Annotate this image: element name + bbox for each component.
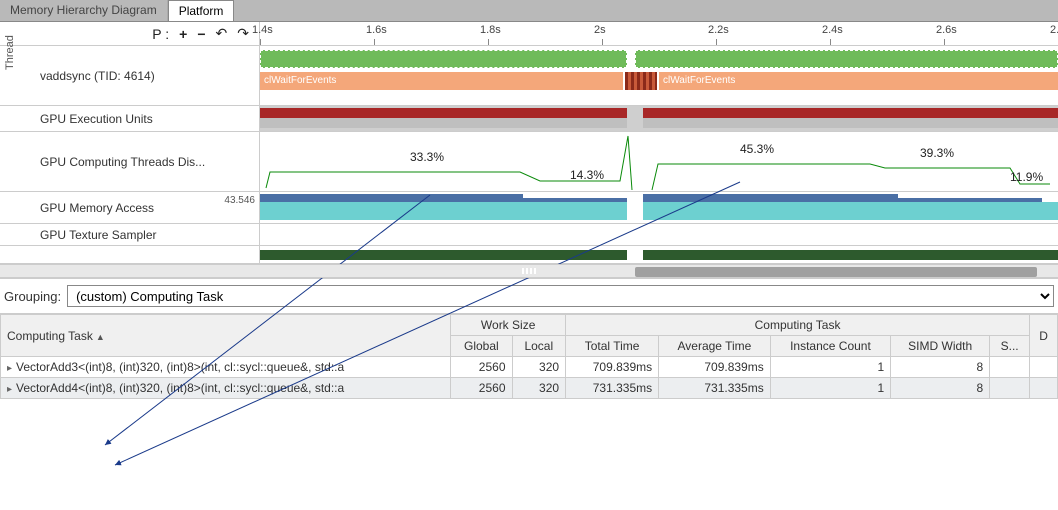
row-label-gpu-mem[interactable]: GPU Memory Access 43.546: [0, 192, 259, 224]
zoom-out-icon[interactable]: −: [197, 26, 205, 42]
redo-icon[interactable]: ↷: [237, 25, 249, 42]
ruler-tick: 2.6s: [936, 24, 957, 36]
track-gpu-threads[interactable]: 33.3% 14.3% 45.3% 39.3% 11.9%: [260, 132, 1058, 192]
tab-bar: Memory Hierarchy Diagram Platform: [0, 0, 1058, 22]
pct-e: 11.9%: [1010, 170, 1043, 184]
timeline-toolbar: Ρ : + − ↶ ↷: [0, 22, 260, 45]
ruler-tick: 2s: [594, 24, 606, 36]
row-label-gpu-tex[interactable]: GPU Texture Sampler: [0, 224, 259, 246]
row-label-gpu-exec[interactable]: GPU Execution Units: [0, 106, 259, 132]
ruler-tick: 2.8s: [1050, 24, 1058, 36]
track-extra[interactable]: [260, 246, 1058, 264]
gpu-mem-text: GPU Memory Access: [40, 201, 154, 215]
track-thread[interactable]: clWaitForEvents clWaitForEvents: [260, 46, 1058, 106]
span-clwait-right[interactable]: clWaitForEvents: [659, 72, 1058, 90]
expand-icon[interactable]: ▸: [7, 363, 12, 374]
col-simd[interactable]: SIMD Width: [891, 336, 990, 357]
zoom-icon: Ρ :: [152, 26, 169, 42]
ruler-tick: 1.6s: [366, 24, 387, 36]
col-task[interactable]: Computing Task▲: [1, 315, 451, 357]
track-gpu-mem[interactable]: [260, 192, 1058, 224]
col-avg[interactable]: Average Time: [659, 336, 771, 357]
pct-b: 14.3%: [570, 168, 604, 182]
track-gpu-exec[interactable]: [260, 106, 1058, 132]
zoom-in-icon[interactable]: +: [179, 26, 187, 42]
col-work[interactable]: Work Size: [451, 315, 566, 336]
pct-d: 39.3%: [920, 146, 954, 160]
row-label-thread[interactable]: vaddsync (TID: 4614): [0, 46, 259, 106]
span-clwait-left[interactable]: clWaitForEvents: [260, 72, 623, 90]
grouping-select[interactable]: (custom) Computing Task: [67, 285, 1054, 307]
scrollbar-thumb[interactable]: [635, 267, 1037, 277]
ruler-tick: 1.4s: [252, 24, 273, 36]
track-gpu-tex[interactable]: [260, 224, 1058, 246]
table-row[interactable]: ▸VectorAdd4<(int)8, (int)320, (int)8>(in…: [1, 378, 1058, 399]
col-ctask[interactable]: Computing Task: [566, 315, 1030, 336]
pct-c: 45.3%: [740, 142, 774, 156]
gpu-mem-value: 43.546: [224, 195, 255, 206]
table-row[interactable]: ▸VectorAdd3<(int)8, (int)320, (int)8>(in…: [1, 357, 1058, 378]
sort-asc-icon: ▲: [96, 332, 105, 342]
time-ruler[interactable]: 1.4s1.6s1.8s2s2.2s2.4s2.6s2.8s: [260, 22, 1058, 45]
row-label-gpu-threads[interactable]: GPU Computing Threads Dis...: [0, 132, 259, 192]
span-transition[interactable]: [625, 72, 657, 90]
col-d[interactable]: D: [1030, 315, 1058, 357]
col-s[interactable]: S...: [990, 336, 1030, 357]
expand-icon[interactable]: ▸: [7, 384, 12, 395]
timeline-area[interactable]: clWaitForEvents clWaitForEvents 33.3% 14…: [260, 46, 1058, 264]
timeline-scrollbar[interactable]: [0, 264, 1058, 278]
col-global[interactable]: Global: [451, 336, 512, 357]
thread-axis-label: Thread: [4, 35, 16, 70]
undo-icon[interactable]: ↶: [216, 25, 228, 42]
grouping-label: Grouping:: [4, 289, 61, 304]
results-table: Computing Task▲ Work Size Computing Task…: [0, 314, 1058, 399]
col-local[interactable]: Local: [512, 336, 566, 357]
col-total[interactable]: Total Time: [566, 336, 659, 357]
pct-a: 33.3%: [410, 150, 444, 164]
row-label-trunc[interactable]: [0, 246, 259, 264]
ruler-tick: 2.4s: [822, 24, 843, 36]
ruler-tick: 2.2s: [708, 24, 729, 36]
tab-platform[interactable]: Platform: [168, 0, 235, 21]
ruler-tick: 1.8s: [480, 24, 501, 36]
col-inst[interactable]: Instance Count: [770, 336, 890, 357]
tab-memory-hierarchy[interactable]: Memory Hierarchy Diagram: [0, 0, 168, 21]
